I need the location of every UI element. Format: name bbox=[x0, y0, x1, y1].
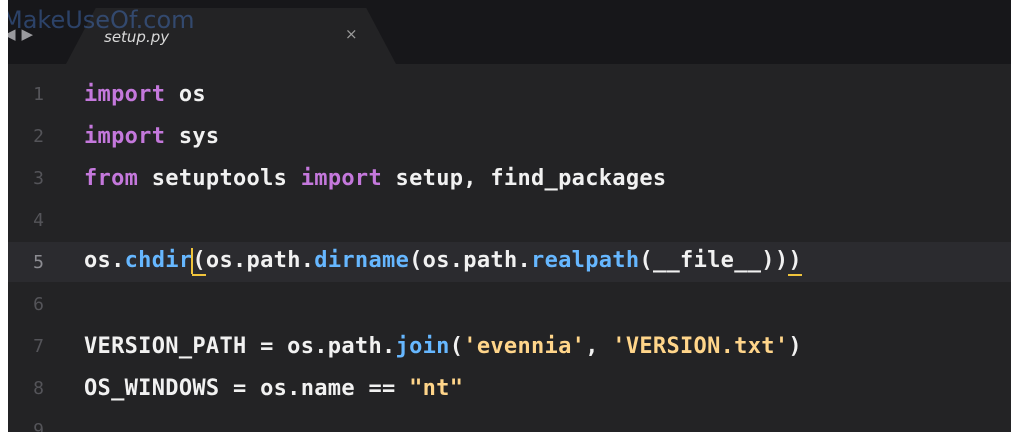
line-number: 3 bbox=[33, 167, 44, 189]
line-number: 6 bbox=[33, 293, 44, 315]
code-line[interactable]: 3 from setuptools import setup, find_pack… bbox=[8, 158, 1011, 198]
code-token: setup, find_packages bbox=[382, 165, 667, 191]
code-line[interactable]: 2 import sys bbox=[8, 116, 1011, 156]
code-editor[interactable]: 1 import os 2 import sys 3 from setuptools im… bbox=[8, 64, 1011, 432]
matched-bracket: ) bbox=[788, 248, 802, 277]
code-token: realpath bbox=[531, 247, 640, 273]
code-line[interactable]: 7 VERSION_PATH = os.path.join('evennia', … bbox=[8, 326, 1011, 366]
code-token: import bbox=[84, 81, 166, 107]
code-token: chdir bbox=[124, 247, 193, 273]
code-token: setuptools bbox=[138, 165, 301, 191]
line-number: 4 bbox=[33, 209, 44, 231]
code-text: OS_WINDOWS = os.name == "nt" bbox=[84, 376, 463, 401]
code-line[interactable]: 5 os.chdir(os.path.dirname(os.path.realpa… bbox=[8, 242, 1011, 282]
matched-bracket: ( bbox=[192, 248, 206, 277]
code-text: VERSION_PATH = os.path.join('evennia', '… bbox=[84, 334, 802, 359]
code-line[interactable]: 6 bbox=[8, 284, 1011, 324]
line-number: 7 bbox=[33, 335, 44, 357]
code-text: import os bbox=[84, 82, 206, 107]
line-number: 9 bbox=[33, 419, 44, 432]
line-number: 2 bbox=[33, 125, 44, 147]
code-token: os. bbox=[84, 247, 125, 273]
code-token: OS_WINDOWS = os.name == bbox=[84, 375, 410, 401]
code-token: "nt" bbox=[409, 375, 464, 401]
code-token: import bbox=[300, 165, 383, 191]
code-text: from setuptools import setup, find_packa… bbox=[84, 166, 666, 191]
code-token: dirname bbox=[314, 247, 410, 273]
code-token: VERSION_PATH = os.path. bbox=[84, 333, 396, 359]
code-token: 'evennia' bbox=[463, 333, 586, 359]
code-token: sys bbox=[165, 123, 220, 149]
code-token: os.path. bbox=[205, 247, 315, 273]
line-number: 1 bbox=[33, 83, 44, 105]
close-icon[interactable]: × bbox=[345, 25, 358, 43]
code-line[interactable]: 8 OS_WINDOWS = os.name == "nt" bbox=[8, 368, 1011, 408]
code-token: import bbox=[84, 123, 166, 149]
code-token: os bbox=[165, 81, 206, 107]
line-number: 8 bbox=[33, 377, 44, 399]
code-line[interactable]: 4 bbox=[8, 200, 1011, 240]
tab-bar: ◀ ▶ setup.py × MakeUseOf.com bbox=[8, 0, 1011, 64]
code-token: ) bbox=[788, 333, 802, 359]
code-line[interactable]: 1 import os bbox=[8, 74, 1011, 114]
code-token: ( bbox=[449, 333, 464, 359]
code-token: 'VERSION.txt' bbox=[612, 333, 789, 359]
code-token: (__file__)) bbox=[639, 247, 789, 273]
code-text: os.chdir(os.path.dirname(os.path.realpat… bbox=[84, 247, 802, 277]
code-token: from bbox=[84, 165, 139, 191]
code-token: , bbox=[585, 333, 613, 359]
code-token: join bbox=[395, 333, 450, 359]
code-text: import sys bbox=[84, 124, 219, 149]
watermark: MakeUseOf.com bbox=[8, 6, 195, 34]
code-token: (os.path. bbox=[409, 247, 532, 273]
code-line[interactable]: 9 bbox=[8, 410, 1011, 432]
editor-window: ◀ ▶ setup.py × MakeUseOf.com 1 import os 2… bbox=[8, 0, 1011, 432]
line-number: 5 bbox=[33, 251, 44, 273]
